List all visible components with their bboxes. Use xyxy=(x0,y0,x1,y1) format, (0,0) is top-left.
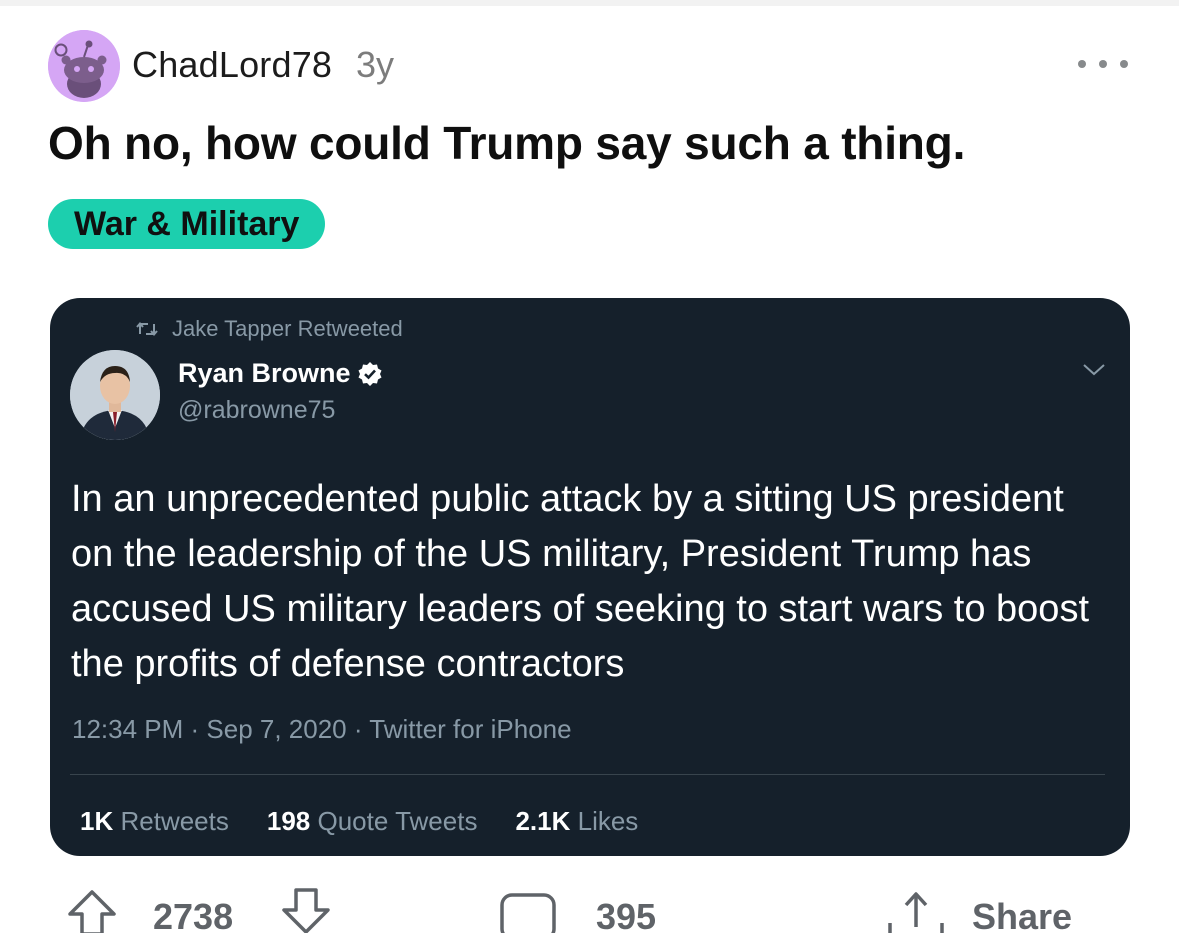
tweet-author-avatar[interactable] xyxy=(70,350,160,440)
post-title: Oh no, how could Trump say such a thing. xyxy=(48,117,966,169)
tweet-embed[interactable]: Jake Tapper Retweeted Ryan Browne @rabro… xyxy=(50,298,1130,856)
post-action-bar: 2738 395 Share xyxy=(0,888,1179,933)
post-flair[interactable]: War & Military xyxy=(48,199,326,249)
tweet-divider xyxy=(70,774,1105,775)
share-label: Share xyxy=(972,896,1073,933)
downvote-arrow-icon xyxy=(280,888,332,933)
tweet-stats: 1K Retweets 198 Quote Tweets 2.1K Likes xyxy=(80,806,638,837)
retweets-label: Retweets xyxy=(120,806,229,836)
verified-badge-icon xyxy=(357,361,383,387)
retweet-indicator: Jake Tapper Retweeted xyxy=(136,316,403,342)
comment-count: 395 xyxy=(596,896,657,933)
retweeted-by-label: Jake Tapper Retweeted xyxy=(172,316,403,341)
tweet-author-name[interactable]: Ryan Browne xyxy=(178,358,351,389)
comment-icon xyxy=(498,889,558,933)
comments-button[interactable]: 395 xyxy=(498,888,656,933)
chevron-down-icon[interactable] xyxy=(1080,360,1108,380)
user-avatar[interactable] xyxy=(48,30,120,102)
upvote-arrow-icon xyxy=(66,888,118,933)
retweets-count: 1K xyxy=(80,806,114,836)
share-button[interactable]: Share xyxy=(884,888,1072,933)
quote-tweets-label: Quote Tweets xyxy=(317,806,478,836)
downvote-button[interactable] xyxy=(280,888,332,933)
tweet-author-row: Ryan Browne xyxy=(178,358,383,389)
tweet-author-handle[interactable]: @rabrowne75 xyxy=(178,396,335,425)
top-divider xyxy=(0,0,1179,6)
person-portrait-icon xyxy=(70,350,160,440)
retweets-stat[interactable]: 1K Retweets xyxy=(80,806,229,837)
quote-tweets-count: 198 xyxy=(266,806,311,836)
vote-count: 2738 xyxy=(153,896,234,933)
upvote-button[interactable] xyxy=(66,888,118,933)
snoo-avatar-icon xyxy=(48,30,120,102)
share-icon xyxy=(884,889,948,933)
post-username[interactable]: ChadLord78 xyxy=(132,44,332,86)
vote-score: 2738 xyxy=(153,896,233,933)
likes-count: 2.1K xyxy=(515,806,571,836)
tweet-text: In an unprecedented public attack by a s… xyxy=(71,478,1090,685)
post-age: 3y xyxy=(356,44,395,85)
tweet-timestamp: 12:34 PM · Sep 7, 2020 · Twitter for iPh… xyxy=(72,714,572,744)
quote-tweets-stat[interactable]: 198 Quote Tweets xyxy=(267,806,478,837)
retweet-icon xyxy=(136,320,158,338)
likes-stat[interactable]: 2.1K Likes xyxy=(515,806,638,837)
more-options-icon[interactable] xyxy=(1078,52,1128,76)
likes-label: Likes xyxy=(577,806,639,836)
